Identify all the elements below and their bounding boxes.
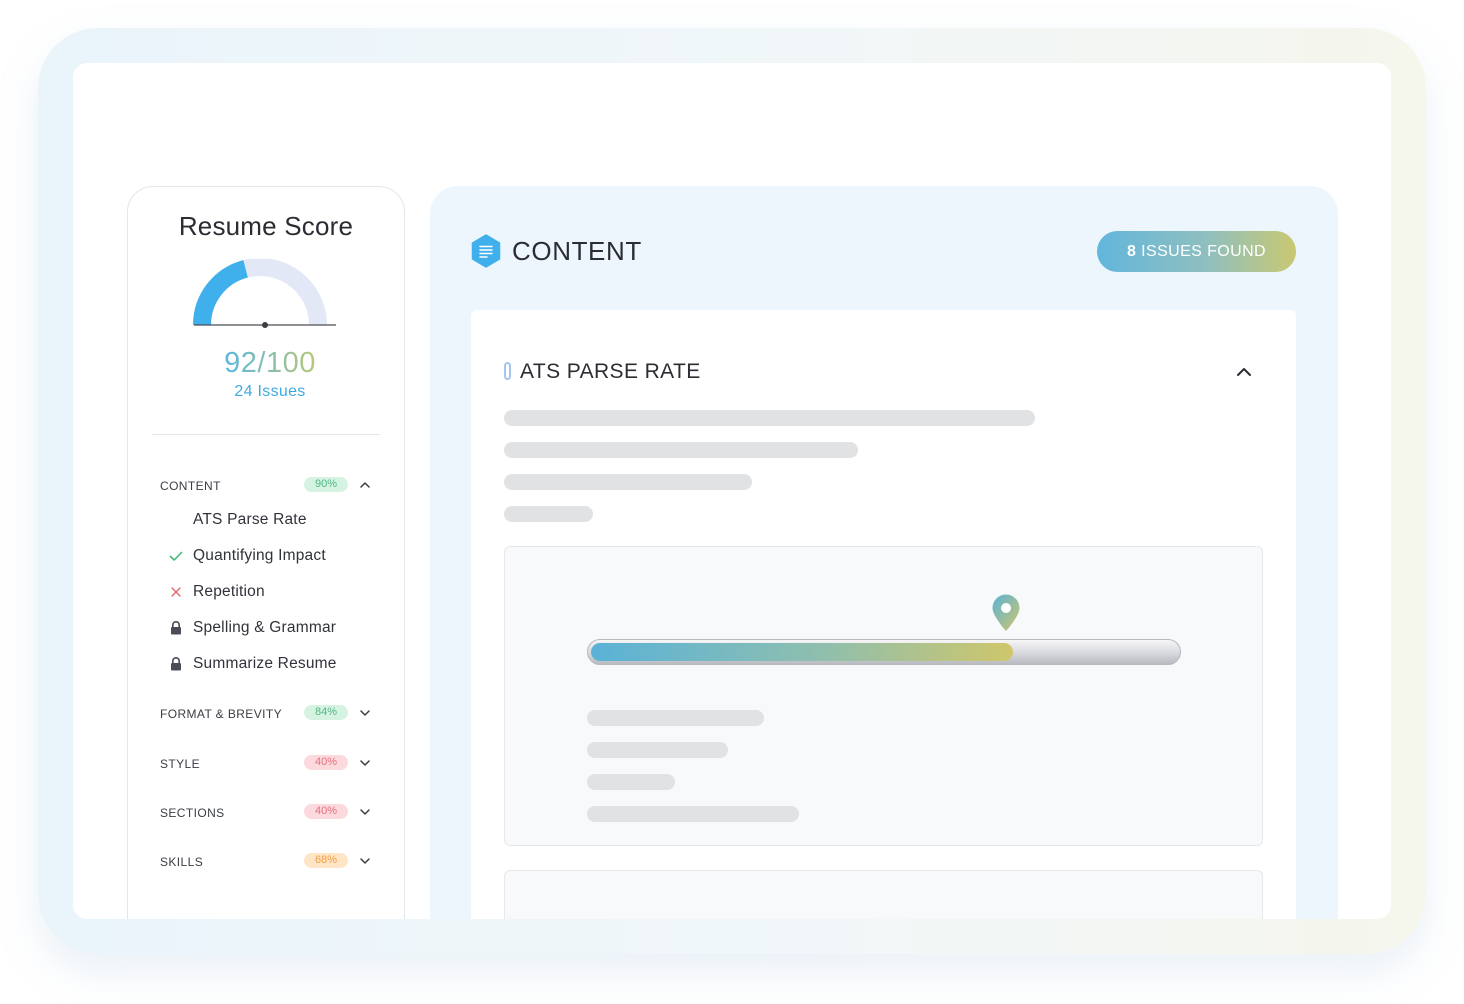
- text-placeholder: [504, 474, 752, 490]
- gauge-center-dot: [262, 322, 268, 328]
- text-placeholder: [587, 774, 675, 790]
- location-pin-icon: [992, 594, 1020, 631]
- sidebar-item-summarize-resume[interactable]: Summarize Resume: [160, 653, 380, 675]
- sidebar-item-label: ATS Parse Rate: [193, 511, 307, 528]
- category-score-badge: 68%: [304, 853, 348, 868]
- issues-found-button[interactable]: 8 ISSUES FOUND: [1097, 231, 1296, 272]
- app-screen: Resume Score 92/100 24 Issues CONTENT 90…: [73, 63, 1391, 919]
- content-panel: CONTENT 8 ISSUES FOUND ATS PARSE RATE: [430, 186, 1338, 919]
- section-marker: [504, 362, 511, 380]
- category-label: FORMAT & BREVITY: [160, 707, 282, 721]
- category-label: STYLE: [160, 757, 201, 771]
- text-placeholder: [504, 506, 593, 522]
- parse-rate-bar: [587, 639, 1181, 665]
- category-label: CONTENT: [160, 479, 221, 493]
- text-placeholder: [587, 806, 799, 822]
- issues-found-label: ISSUES FOUND: [1141, 243, 1266, 260]
- sidebar-item-label: Quantifying Impact: [193, 547, 326, 564]
- ats-parse-rate-card: ATS PARSE RATE: [471, 310, 1296, 919]
- text-placeholder: [504, 410, 1035, 426]
- text-placeholder: [504, 442, 858, 458]
- score-value: 92/100: [128, 347, 412, 380]
- category-sections[interactable]: SECTIONS 40%: [160, 802, 380, 822]
- section-title: ATS PARSE RATE: [520, 360, 701, 383]
- panel-title: CONTENT: [512, 236, 642, 266]
- resume-score-title: Resume Score: [178, 211, 354, 241]
- parse-rate-bar-fill: [591, 643, 1013, 661]
- category-style[interactable]: STYLE 40%: [160, 753, 380, 773]
- text-placeholder: [587, 710, 764, 726]
- check-icon: [169, 551, 183, 561]
- category-label: SKILLS: [160, 855, 204, 869]
- category-content[interactable]: CONTENT 90%: [160, 475, 380, 495]
- lock-icon: [171, 657, 181, 671]
- category-skills[interactable]: SKILLS 68%: [160, 851, 380, 871]
- sidebar-item-ats-parse-rate[interactable]: ATS Parse Rate: [160, 509, 380, 531]
- sidebar-item-repetition[interactable]: Repetition: [160, 581, 380, 603]
- chevron-down-icon[interactable]: [358, 854, 372, 868]
- category-score-badge: 90%: [304, 477, 348, 492]
- category-score-badge: 40%: [304, 804, 348, 819]
- sidebar-item-label: Spelling & Grammar: [193, 619, 337, 636]
- chevron-up-icon[interactable]: [358, 478, 372, 492]
- next-section-box: [504, 870, 1263, 919]
- score-value-text: 92/100: [224, 347, 316, 379]
- category-score-badge: 40%: [304, 755, 348, 770]
- chevron-up-icon[interactable]: [1235, 364, 1253, 380]
- category-label: SECTIONS: [160, 806, 225, 820]
- sidebar-item-label: Summarize Resume: [193, 655, 337, 672]
- category-score-badge: 84%: [304, 705, 348, 720]
- parse-rate-box: [504, 546, 1263, 846]
- document-icon: [471, 234, 501, 268]
- chevron-down-icon[interactable]: [358, 706, 372, 720]
- sidebar-item-quantifying-impact[interactable]: Quantifying Impact: [160, 545, 380, 567]
- gauge-fill: [193, 260, 249, 326]
- score-sidebar: Resume Score 92/100 24 Issues CONTENT 90…: [127, 186, 405, 919]
- lock-icon: [171, 621, 181, 635]
- issues-count: 24 Issues: [234, 383, 306, 400]
- sidebar-item-label: Repetition: [193, 583, 265, 600]
- sidebar-divider: [152, 434, 380, 435]
- sidebar-item-spelling-grammar[interactable]: Spelling & Grammar: [160, 617, 380, 639]
- chevron-down-icon[interactable]: [358, 756, 372, 770]
- text-placeholder: [587, 742, 728, 758]
- category-format-brevity[interactable]: FORMAT & BREVITY 84%: [160, 703, 380, 723]
- x-icon: [171, 587, 181, 597]
- issues-found-count: 8: [1127, 243, 1137, 260]
- score-gauge: [193, 259, 336, 328]
- chevron-down-icon[interactable]: [358, 805, 372, 819]
